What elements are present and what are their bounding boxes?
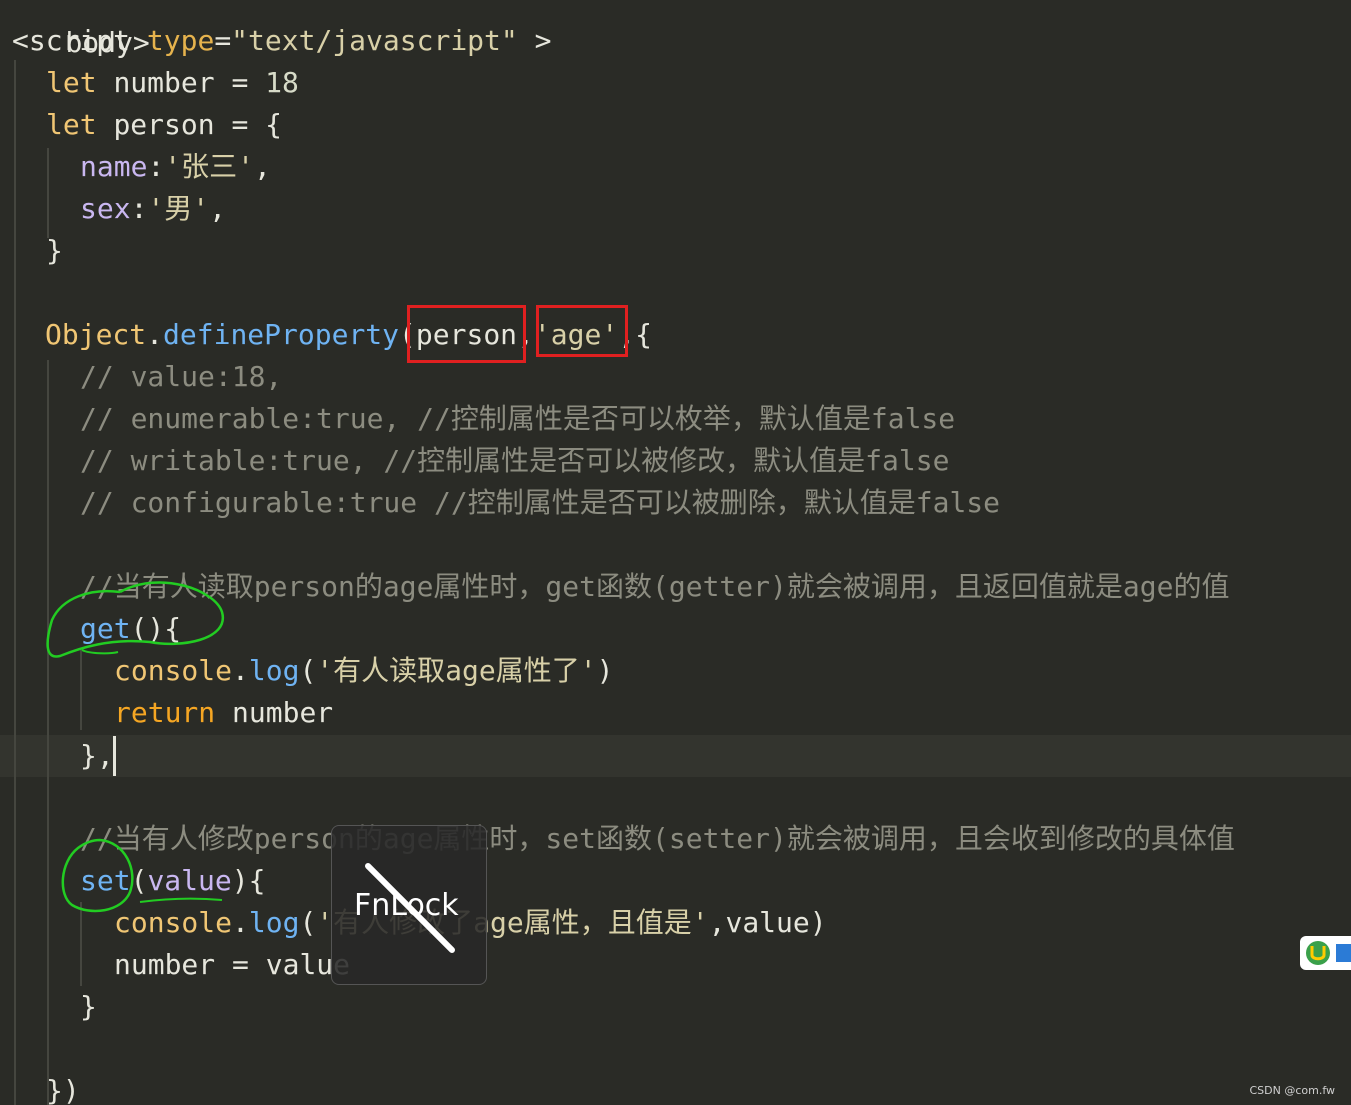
current-line-highlight	[0, 735, 1351, 777]
code-line: set(value){	[80, 860, 265, 902]
return-value: number	[215, 696, 334, 729]
comment-line: //当有人修改person的age属性时，set函数(setter)就会被调用，…	[80, 822, 1235, 855]
code-line: number = value	[114, 944, 350, 986]
code-line: get(){	[80, 608, 181, 650]
code-line: name:'张三',	[80, 146, 271, 188]
colon: :	[147, 150, 165, 183]
brace-paren: })	[46, 1074, 80, 1105]
paren: (	[130, 864, 148, 897]
string-literal: '男'	[147, 192, 210, 225]
attr-eq: =	[214, 24, 232, 57]
string-literal: '有人读取age属性了'	[316, 654, 597, 687]
code-line: return number	[114, 692, 333, 734]
brace-comma: },	[80, 739, 114, 772]
comment-line: //当有人读取person的age属性时，get函数(getter)就会被调用，…	[80, 570, 1230, 603]
indent-guide	[47, 148, 49, 238]
code-line: console.log('有人读取age属性了')	[114, 650, 613, 692]
brace: }	[80, 990, 97, 1023]
setter-name: set	[80, 864, 131, 897]
code-line: body>	[0, 0, 149, 59]
var-name: number	[114, 948, 216, 981]
code-line: <script type="text/javascript" >	[12, 20, 551, 62]
operator: =	[215, 948, 266, 981]
brace: }	[46, 234, 63, 267]
keyword-let: let	[46, 108, 97, 141]
code-line: }	[46, 230, 63, 272]
fnlock-osd: FnLock	[331, 825, 487, 985]
code-line: sex:'男',	[80, 188, 226, 230]
watermark: CSDN @com.fw	[1249, 1084, 1335, 1097]
number-literal: 18	[265, 66, 299, 99]
tag-close: >	[517, 24, 552, 57]
operator: =	[214, 108, 266, 141]
getter-name: get	[80, 612, 131, 645]
comma: ,	[254, 150, 271, 183]
paren: )	[596, 654, 614, 687]
object-identifier: Object	[45, 318, 147, 351]
property-name: name	[80, 150, 148, 183]
dot: .	[232, 654, 249, 687]
method-log: log	[248, 654, 300, 687]
code-editor[interactable]: body> <script type="text/javascript" > l…	[0, 0, 1351, 1105]
script-open-tag: <script	[12, 24, 131, 57]
attr-value: "text/javascript"	[231, 24, 518, 57]
method-defineproperty: defineProperty	[163, 318, 400, 351]
slash-icon	[365, 863, 455, 953]
brace: {	[265, 108, 283, 141]
console-identifier: console	[114, 906, 233, 939]
text-cursor	[113, 736, 116, 776]
paren: (	[299, 654, 317, 687]
dot: .	[146, 318, 164, 351]
colon: :	[130, 192, 148, 225]
console-identifier: console	[114, 654, 233, 687]
dot: .	[232, 906, 249, 939]
args-rest: ,value)	[708, 906, 827, 939]
highlight-box-person	[407, 305, 526, 363]
comment-line: // value:18,	[80, 360, 283, 393]
code-line: }	[80, 986, 97, 1028]
indent-guide	[80, 902, 82, 986]
brace: {	[635, 318, 652, 351]
method-log: log	[248, 906, 300, 939]
attr-name: type	[146, 24, 215, 57]
string-literal: '张三'	[164, 150, 255, 183]
paren: (	[299, 906, 317, 939]
property-name: sex	[80, 192, 131, 225]
code-line: },	[80, 735, 114, 777]
indent-guide	[14, 60, 16, 1105]
code-line: })	[46, 1070, 80, 1105]
comment-line: // writable:true, //控制属性是否可以被修改，默认值是fals…	[80, 444, 950, 477]
paren-brace: (){	[130, 612, 182, 645]
highlight-box-age	[536, 305, 628, 357]
indent-guide	[47, 360, 49, 1105]
var-name: person	[113, 108, 215, 141]
comment-line: // configurable:true //控制属性是否可以被删除，默认值是f…	[80, 486, 1001, 519]
keyword-return: return	[114, 696, 216, 729]
var-name: number	[113, 66, 215, 99]
param-value: value	[147, 864, 232, 897]
indent-guide	[80, 650, 82, 730]
code-line: let person = {	[46, 104, 282, 146]
comment-line: // enumerable:true, //控制属性是否可以枚举，默认值是fal…	[80, 402, 956, 435]
comma: ,	[209, 192, 227, 225]
paren-brace: ){	[231, 864, 266, 897]
keyword-let: let	[46, 66, 97, 99]
app-logo-icon	[1300, 936, 1351, 970]
code-line: let number = 18	[46, 62, 299, 104]
operator: =	[214, 66, 266, 99]
